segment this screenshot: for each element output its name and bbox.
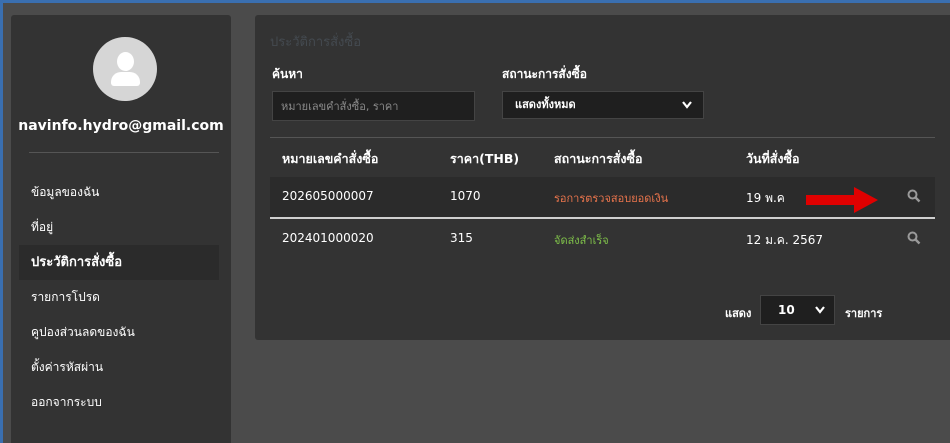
sidebar-item-coupons[interactable]: คูปองส่วนลดของฉัน	[19, 315, 219, 350]
header-status: สถานะการสั่งซื้อ	[554, 151, 643, 166]
search-input[interactable]	[272, 91, 475, 121]
per-page-value: 10	[778, 303, 795, 317]
status-filter-value: แสดงทั้งหมด	[515, 98, 576, 111]
table-row[interactable]: 202401000020 315 จัดส่งสำเร็จ 12 ม.ค. 25…	[270, 217, 935, 257]
order-number: 202401000020	[282, 231, 374, 245]
search-label: ค้นหา	[272, 67, 303, 81]
order-price: 315	[450, 231, 473, 245]
sidebar-item-address[interactable]: ที่อยู่	[19, 210, 219, 245]
sidebar-item-logout[interactable]: ออกจากระบบ	[19, 385, 219, 420]
chevron-down-icon	[814, 296, 826, 335]
sidebar: navinfo.hydro@gmail.com ข้อมูลของฉัน ที่…	[11, 15, 231, 443]
header-order-number: หมายเลขคำสั่งซื้อ	[282, 151, 379, 166]
sidebar-menu: ข้อมูลของฉัน ที่อยู่ ประวัติการสั่งซื้อ …	[19, 175, 219, 420]
chevron-down-icon	[681, 92, 693, 128]
search-icon[interactable]	[907, 189, 921, 203]
sidebar-item-favorites[interactable]: รายการโปรด	[19, 280, 219, 315]
status-filter-select[interactable]: แสดงทั้งหมด	[502, 91, 704, 119]
window-frame: navinfo.hydro@gmail.com ข้อมูลของฉัน ที่…	[0, 0, 950, 443]
header-order-date: วันที่สั่งซื้อ	[746, 151, 800, 166]
sidebar-item-password-settings[interactable]: ตั้งค่ารหัสผ่าน	[19, 350, 219, 385]
header-price: ราคา(THB)	[450, 151, 520, 166]
show-label: แสดง	[725, 307, 752, 320]
table-header: หมายเลขคำสั่งซื้อ ราคา(THB) สถานะการสั่ง…	[270, 137, 935, 177]
page-title: ประวัติการสั่งซื้อ	[270, 35, 362, 50]
items-label: รายการ	[845, 307, 883, 320]
sidebar-item-profile[interactable]: ข้อมูลของฉัน	[19, 175, 219, 210]
order-status: จัดส่งสำเร็จ	[554, 234, 609, 247]
order-date: 19 พ.ค	[746, 191, 785, 205]
user-email: navinfo.hydro@gmail.com	[18, 118, 224, 134]
order-history-panel: ประวัติการสั่งซื้อ ค้นหา สถานะการสั่งซื้…	[255, 15, 950, 340]
search-icon[interactable]	[907, 231, 921, 245]
order-status: รอการตรวจสอบยอดเงิน	[554, 192, 669, 205]
sidebar-item-order-history[interactable]: ประวัติการสั่งซื้อ	[19, 245, 219, 280]
red-arrow-annotation	[806, 187, 878, 213]
sidebar-divider	[29, 152, 219, 153]
per-page-select[interactable]: 10	[760, 295, 835, 325]
status-filter-label: สถานะการสั่งซื้อ	[502, 67, 587, 81]
order-price: 1070	[450, 189, 481, 203]
user-avatar-icon	[93, 37, 157, 101]
order-date: 12 ม.ค. 2567	[746, 233, 824, 247]
order-number: 202605000007	[282, 189, 374, 203]
